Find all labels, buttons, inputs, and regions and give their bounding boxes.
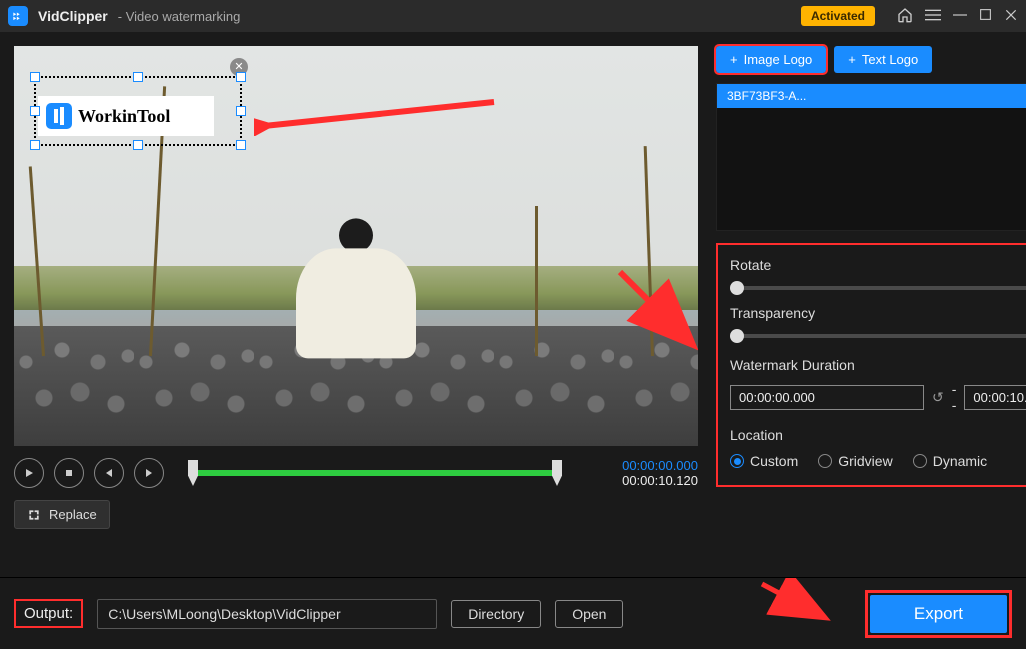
- watermark-list-item[interactable]: 3BF73BF3-A... 00:00:00.000 - 00:00:10.12…: [717, 84, 1026, 108]
- resize-handle[interactable]: [133, 72, 143, 82]
- resize-handle[interactable]: [133, 140, 143, 150]
- current-time: 00:00:00.000: [586, 458, 698, 473]
- location-gridview-radio[interactable]: Gridview: [818, 453, 892, 469]
- app-subtitle: - Video watermarking: [118, 9, 241, 24]
- duration-label: Watermark Duration: [730, 357, 1026, 373]
- resize-handle[interactable]: [30, 106, 40, 116]
- minimize-icon[interactable]: [953, 8, 967, 25]
- replace-button[interactable]: Replace: [14, 500, 110, 529]
- annotation-arrow-icon: [254, 96, 504, 136]
- resize-handle[interactable]: [30, 140, 40, 150]
- export-button[interactable]: Export: [870, 595, 1007, 633]
- duration-end-input[interactable]: [964, 385, 1026, 410]
- plus-icon: +: [730, 52, 738, 67]
- list-item-name: 3BF73BF3-A...: [727, 89, 806, 103]
- next-frame-button[interactable]: [134, 458, 164, 488]
- text-logo-label: Text Logo: [862, 52, 918, 67]
- output-label: Output:: [14, 599, 83, 628]
- properties-pane: + Image Logo + Text Logo Delete 3BF73BF3…: [708, 32, 1026, 577]
- playback-controls: 00:00:00.000 00:00:10.120: [14, 458, 698, 488]
- image-logo-button[interactable]: + Image Logo: [716, 46, 826, 73]
- menu-icon[interactable]: [925, 7, 941, 26]
- app-logo-icon: [8, 6, 28, 26]
- location-dynamic-radio[interactable]: Dynamic: [913, 453, 987, 469]
- title-bar: VidClipper - Video watermarking Activate…: [0, 0, 1026, 32]
- timeline-slider[interactable]: [182, 458, 568, 488]
- resize-handle[interactable]: [236, 72, 246, 82]
- annotation-arrow-icon: [756, 578, 836, 628]
- rotate-slider[interactable]: [730, 286, 1026, 290]
- watermark-properties-panel: Rotate ° Transparency % Watermark Durati…: [716, 243, 1026, 487]
- location-dynamic-label: Dynamic: [933, 453, 987, 469]
- watermark-list: 3BF73BF3-A... 00:00:00.000 - 00:00:10.12…: [716, 83, 1026, 231]
- timeline-end-handle[interactable]: [552, 460, 562, 486]
- resize-handle[interactable]: [30, 72, 40, 82]
- maximize-icon[interactable]: [979, 8, 992, 24]
- export-highlight: Export: [865, 590, 1012, 638]
- plus-icon: +: [848, 52, 856, 67]
- reset-start-icon[interactable]: ↺: [932, 389, 944, 406]
- video-preview[interactable]: WorkinTool ✕: [14, 46, 698, 446]
- home-icon[interactable]: [897, 7, 913, 26]
- output-path-input[interactable]: [97, 599, 437, 629]
- location-custom-radio[interactable]: Custom: [730, 453, 798, 469]
- duration-separator: --: [952, 381, 957, 413]
- replace-icon: [27, 508, 41, 522]
- stop-button[interactable]: [54, 458, 84, 488]
- app-name: VidClipper: [38, 8, 108, 24]
- transparency-label: Transparency: [730, 305, 1026, 321]
- image-logo-label: Image Logo: [744, 52, 813, 67]
- close-icon[interactable]: [1004, 8, 1018, 25]
- transparency-slider[interactable]: [730, 334, 1026, 338]
- total-time: 00:00:10.120: [586, 473, 698, 488]
- text-logo-button[interactable]: + Text Logo: [834, 46, 932, 73]
- directory-button[interactable]: Directory: [451, 600, 541, 628]
- location-custom-label: Custom: [750, 453, 798, 469]
- timeline-start-handle[interactable]: [188, 460, 198, 486]
- resize-handle[interactable]: [236, 106, 246, 116]
- duration-start-input[interactable]: [730, 385, 924, 410]
- rotate-label: Rotate: [730, 257, 1026, 273]
- play-button[interactable]: [14, 458, 44, 488]
- preview-pane: WorkinTool ✕: [0, 32, 708, 577]
- watermark-selection-box[interactable]: ✕: [34, 76, 242, 146]
- open-button[interactable]: Open: [555, 600, 623, 628]
- resize-handle[interactable]: [236, 140, 246, 150]
- activated-badge: Activated: [801, 6, 875, 26]
- location-gridview-label: Gridview: [838, 453, 892, 469]
- location-label: Location: [730, 427, 1026, 443]
- annotation-arrow-icon: [612, 264, 698, 354]
- bottom-bar: Output: Directory Open Export: [0, 577, 1026, 649]
- replace-label: Replace: [49, 507, 97, 522]
- prev-frame-button[interactable]: [94, 458, 124, 488]
